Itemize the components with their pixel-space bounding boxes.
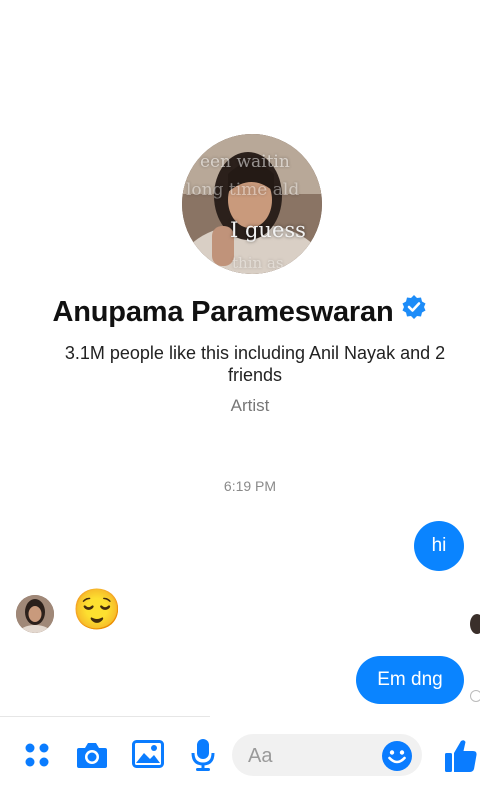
- smiley-icon[interactable]: [381, 740, 413, 777]
- message-input[interactable]: [246, 734, 380, 778]
- profile-name-row: Anupama Parameswaran: [0, 294, 480, 329]
- contact-avatar[interactable]: [16, 595, 54, 633]
- toolbar-divider: [0, 716, 210, 717]
- profile-name: Anupama Parameswaran: [52, 296, 394, 328]
- camera-icon[interactable]: [76, 740, 108, 775]
- thumbs-up-icon[interactable]: [444, 738, 478, 779]
- sent-message-bubble[interactable]: Em dng: [356, 656, 464, 704]
- message-timestamp: 6:19 PM: [223, 478, 277, 494]
- grid-icon[interactable]: [24, 742, 50, 773]
- overlay-text-3: I guess: [230, 218, 306, 242]
- sent-status-icon: [470, 690, 480, 702]
- overlay-text-4: thin as: [232, 254, 284, 272]
- sent-message-bubble[interactable]: hi: [414, 521, 464, 571]
- received-emoji-message[interactable]: 😌: [72, 586, 122, 634]
- contact-photo: [16, 595, 54, 633]
- overlay-text-2: long time ald: [186, 180, 300, 200]
- profile-category: Artist: [230, 396, 270, 415]
- verified-badge-icon: [401, 294, 427, 328]
- message-text: Em dng: [377, 669, 443, 690]
- message-text: hi: [431, 535, 447, 556]
- overlay-text-1: een waitin: [200, 152, 290, 172]
- microphone-icon[interactable]: [190, 738, 216, 777]
- profile-avatar[interactable]: een waitin long time ald I guess thin as: [182, 134, 322, 274]
- read-receipt-avatar: [470, 614, 480, 634]
- image-icon[interactable]: [132, 740, 164, 773]
- profile-likes-text: 3.1M people like this including Anil Nay…: [64, 343, 446, 385]
